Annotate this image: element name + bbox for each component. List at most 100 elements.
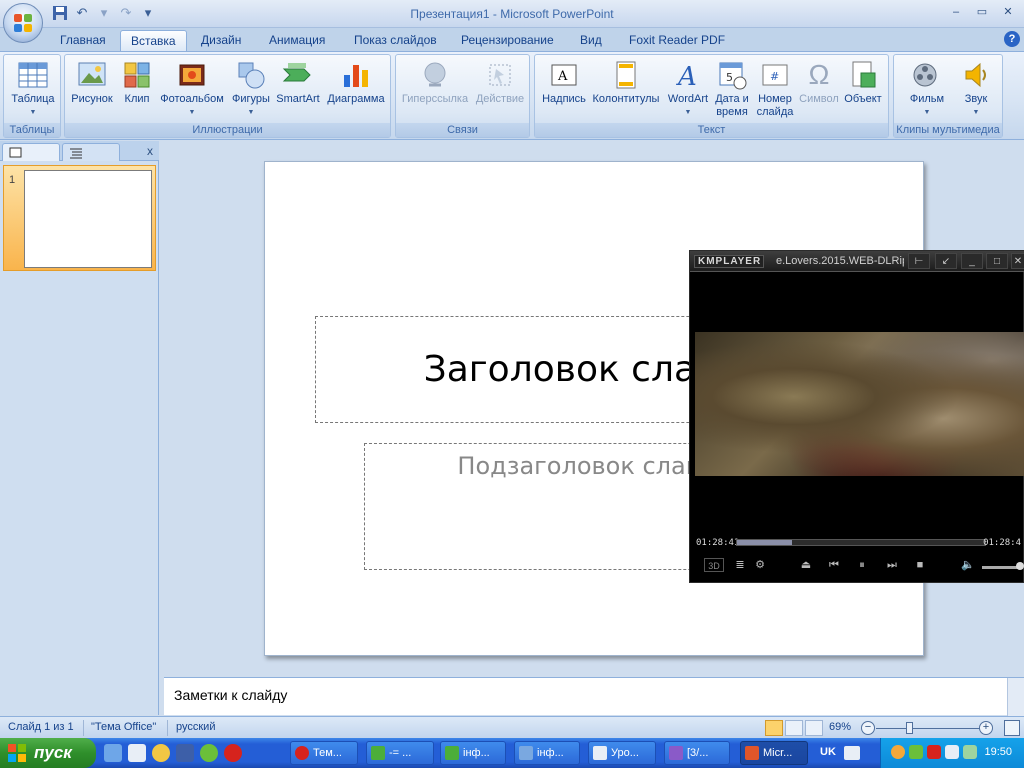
tray-app-icon[interactable] — [891, 745, 905, 759]
slide-number-button[interactable]: # Номер слайда — [753, 59, 797, 119]
kmplayer-window[interactable]: KMPLAYER e.Lovers.2015.WEB-DLRip. ⊢ ↙ _ … — [689, 250, 1024, 583]
chart-button[interactable]: Диаграмма — [323, 59, 389, 106]
movie-button[interactable]: Фильм ▼ — [900, 59, 954, 119]
tab-animation[interactable]: Анимация — [269, 32, 325, 52]
tab-home[interactable]: Главная — [60, 32, 106, 52]
previous-icon[interactable]: ⏮ — [826, 558, 842, 572]
action-button[interactable]: Действие — [472, 59, 528, 106]
notes-pane[interactable]: Заметки к слайду — [164, 677, 1024, 716]
restore-button[interactable]: ▭ — [970, 3, 994, 21]
mail-icon[interactable] — [176, 744, 194, 762]
taskbar-item-4[interactable]: інф... — [514, 741, 580, 765]
kmplayer-titlebar[interactable]: KMPLAYER e.Lovers.2015.WEB-DLRip. ⊢ ↙ _ … — [690, 251, 1024, 272]
language-bar[interactable]: UK — [820, 746, 836, 758]
volume-tray-icon[interactable] — [945, 745, 959, 759]
tab-design[interactable]: Дизайн — [201, 32, 241, 52]
sound-button[interactable]: Звук ▼ — [954, 59, 998, 119]
taskbar-item-opera[interactable]: Тем... — [290, 741, 358, 765]
torrent-icon[interactable] — [200, 744, 218, 762]
tray-app-icon[interactable] — [927, 745, 941, 759]
taskbar-item-2[interactable]: -= ... — [366, 741, 434, 765]
settings-icon[interactable]: ⚙ — [752, 558, 768, 572]
speaker-icon — [960, 59, 992, 91]
date-time-label: Дата и время — [715, 93, 749, 118]
slideshow-view-button[interactable] — [805, 720, 823, 736]
clip-button[interactable]: Клип — [119, 59, 155, 106]
svg-text:A: A — [557, 69, 568, 84]
tab-view[interactable]: Вид — [580, 32, 602, 52]
minimize-icon[interactable]: _ — [961, 253, 983, 269]
next-icon[interactable]: ⏭ — [884, 558, 900, 572]
wordart-button[interactable]: A WordArt ▼ — [663, 59, 713, 119]
tab-foxit[interactable]: Foxit Reader PDF — [629, 32, 725, 52]
smartart-button[interactable]: SmartArt — [273, 59, 323, 106]
language-indicator[interactable]: русский — [176, 721, 215, 733]
document-icon — [593, 746, 607, 760]
notes-scrollbar[interactable] — [1007, 678, 1024, 716]
close-pane-icon[interactable]: x — [147, 144, 153, 158]
zoom-level[interactable]: 69% — [829, 721, 851, 733]
fit-to-window-button[interactable] — [1004, 720, 1020, 736]
date-time-button[interactable]: 5 Дата и время — [713, 59, 751, 119]
taskbar-item-powerpoint[interactable]: Micr... — [740, 741, 808, 765]
hyperlink-button[interactable]: Гиперссылка — [400, 59, 470, 106]
sorter-view-button[interactable] — [785, 720, 803, 736]
3d-icon[interactable]: 3D — [704, 558, 724, 572]
table-button[interactable]: Таблица ▼ — [8, 59, 58, 119]
action-icon — [484, 59, 516, 91]
zoom-slider-track[interactable] — [876, 728, 980, 729]
tab-slideshow[interactable]: Показ слайдов — [354, 32, 437, 52]
normal-view-button[interactable] — [765, 720, 783, 736]
tray-app-icon[interactable] — [909, 745, 923, 759]
tab-slides[interactable] — [2, 143, 60, 161]
header-footer-button[interactable]: Колонтитулы — [591, 59, 661, 106]
slide-thumbnail[interactable] — [24, 170, 152, 268]
kmplayer-logo[interactable]: KMPLAYER — [694, 255, 764, 268]
save-icon[interactable] — [128, 744, 146, 762]
eject-icon[interactable]: ⏏ — [798, 558, 814, 572]
slides-icon — [9, 147, 22, 158]
maximize-icon[interactable]: □ — [986, 253, 1008, 269]
stop-icon[interactable]: ■ — [912, 558, 928, 572]
help-icon[interactable]: ? — [1004, 31, 1020, 47]
object-button[interactable]: Объект — [841, 59, 885, 106]
network-tray-icon[interactable] — [963, 745, 977, 759]
pause-icon[interactable]: ⏸ — [854, 558, 870, 572]
app-icon[interactable] — [152, 744, 170, 762]
keyboard-icon[interactable] — [844, 746, 860, 760]
photo-album-button[interactable]: Фотоальбом ▼ — [157, 59, 227, 119]
clock[interactable]: 19:50 — [984, 746, 1012, 758]
textbox-button[interactable]: A Надпись — [539, 59, 589, 106]
show-desktop-icon[interactable] — [104, 744, 122, 762]
tab-outline[interactable] — [62, 143, 120, 161]
opera-icon[interactable] — [224, 744, 242, 762]
title-bar: ↶ ▾ ↷ ▾ Презентация1 - Microsoft PowerPo… — [0, 0, 1024, 28]
pin-icon[interactable]: ⊢ — [908, 253, 930, 269]
mail-icon — [669, 746, 683, 760]
taskbar-item-3[interactable]: інф... — [440, 741, 506, 765]
start-button[interactable]: пуск — [0, 738, 96, 768]
shapes-button[interactable]: Фигуры ▼ — [229, 59, 273, 119]
folder-icon — [371, 746, 385, 760]
zoom-in-button[interactable]: + — [979, 721, 993, 735]
slide-thumbnail-selected[interactable]: 1 — [3, 165, 156, 271]
volume-icon[interactable]: 🔈 — [960, 558, 976, 572]
zoom-out-button[interactable]: − — [861, 721, 875, 735]
zoom-slider-thumb[interactable] — [906, 722, 913, 734]
wordart-label: WordArt — [667, 93, 709, 105]
tab-insert[interactable]: Вставка — [120, 30, 187, 52]
taskbar-item-5[interactable]: Уро... — [588, 741, 656, 765]
close-icon[interactable]: ✕ — [1011, 253, 1024, 269]
playlist-icon[interactable]: ≣ — [732, 558, 748, 572]
minimize-button[interactable]: – — [944, 3, 968, 21]
volume-knob[interactable] — [1016, 562, 1024, 570]
picture-button[interactable]: Рисунок — [67, 59, 117, 106]
compact-icon[interactable]: ↙ — [935, 253, 957, 269]
symbol-button[interactable]: Ω Символ — [797, 59, 841, 106]
taskbar-item-6[interactable]: [3/... — [664, 741, 730, 765]
close-button[interactable]: ✕ — [996, 3, 1020, 21]
seek-bar[interactable] — [736, 539, 986, 546]
video-frame[interactable] — [695, 332, 1024, 476]
office-button[interactable] — [3, 3, 43, 43]
tab-review[interactable]: Рецензирование — [461, 32, 554, 52]
